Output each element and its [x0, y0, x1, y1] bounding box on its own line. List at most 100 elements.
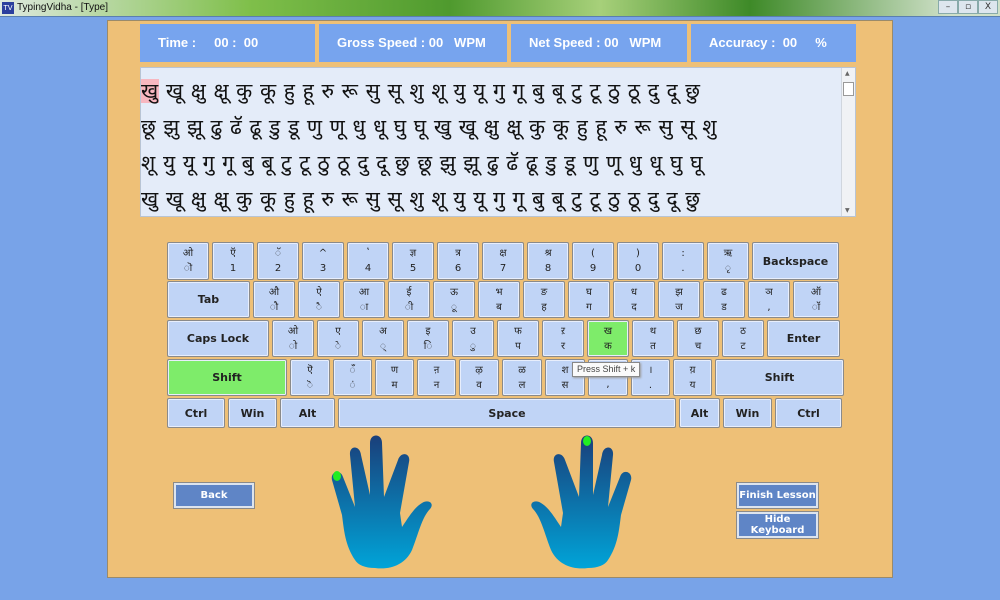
scrollbar-thumb[interactable] — [843, 82, 854, 96]
hide-keyboard-button[interactable]: Hide Keyboard — [736, 511, 819, 539]
key[interactable]: एे — [317, 320, 359, 357]
key-bottom-char: न — [433, 379, 440, 391]
key[interactable]: (9 — [572, 242, 614, 280]
key-bottom-char: ह — [541, 301, 547, 313]
key-bottom-char: . — [648, 379, 653, 391]
minimize-button[interactable]: – — [938, 0, 958, 14]
restore-button[interactable]: ▫ — [958, 0, 978, 14]
key-top-char: ऩ — [433, 364, 440, 376]
key-top-char: ॅ — [275, 248, 281, 259]
key[interactable]: ऱर — [542, 320, 584, 357]
vertical-scrollbar[interactable]: ▲ ▼ — [841, 68, 855, 216]
scroll-up-icon[interactable]: ▲ — [845, 70, 850, 77]
key[interactable]: ॅ 2 — [257, 242, 299, 280]
key[interactable]: ळल — [502, 359, 542, 396]
key-backspace[interactable]: Backspace — [752, 242, 839, 280]
key[interactable]: औौ — [253, 281, 295, 318]
key-top-char: झ — [675, 286, 683, 298]
keyboard-row: Tab औौ ऐै आा ईी ऊू भ ब ङ ह घ ग ध द झ ज ढ ड ञ, ऑॉ — [167, 281, 839, 318]
keyboard-row: ओॊ ऍ 1ॅ 2 ^ 3 ʽ 4 ज्ञ 5 त्र 6 क्ष 7 श्र 8(9) 0:. ऋृ Backsp… — [167, 242, 839, 280]
key[interactable]: उु — [452, 320, 494, 357]
key[interactable]: इि — [407, 320, 449, 357]
key[interactable]: क्ष 7 — [482, 242, 524, 280]
key[interactable]: ) 0 — [617, 242, 659, 280]
key-caps-lock[interactable]: Caps Lock — [167, 320, 269, 357]
key-top-char: ऐ — [316, 286, 322, 298]
key-top-char: ऴ — [475, 364, 483, 376]
key[interactable]: खक — [587, 320, 629, 357]
key-ctrl[interactable]: Ctrl — [167, 398, 225, 428]
key-tab[interactable]: Tab — [167, 281, 250, 318]
key-bottom-char: 6 — [454, 263, 462, 274]
net-speed-stat: Net Speed : 00 WPM — [511, 24, 687, 62]
key[interactable]: ऑॉ — [793, 281, 839, 318]
key[interactable]: फप — [497, 320, 539, 357]
text-line: खु खू क्षु क्षू कु कू हु हू रु रू सु सू … — [141, 74, 701, 108]
key-shift[interactable]: Shift — [715, 359, 844, 396]
key-top-char: ऎ — [307, 364, 313, 376]
key-bottom-char: ं — [349, 379, 356, 391]
key-top-char: घ — [586, 286, 592, 298]
key-alt[interactable]: Alt — [679, 398, 720, 428]
finish-lesson-button[interactable]: Finish Lesson — [736, 482, 819, 509]
key[interactable]: ओॊ — [167, 242, 209, 280]
key-space[interactable]: Space — [338, 398, 676, 428]
key-bottom-char: स — [561, 379, 569, 391]
key[interactable]: ^ 3 — [302, 242, 344, 280]
key-top-char: श्र — [544, 248, 552, 259]
key[interactable]: त्र 6 — [437, 242, 479, 280]
key-top-char: ऑ — [810, 286, 822, 298]
key-enter[interactable]: Enter — [767, 320, 840, 357]
key[interactable]: धद — [613, 281, 655, 318]
key[interactable]: ईी — [388, 281, 430, 318]
key-bottom-char: ो — [288, 340, 298, 352]
key[interactable]: ऍ1 — [212, 242, 254, 280]
key-ctrl[interactable]: Ctrl — [775, 398, 842, 428]
key[interactable]: भब — [478, 281, 520, 318]
key-top-char: आ — [358, 286, 370, 298]
key[interactable]: घग — [568, 281, 610, 318]
key[interactable]: ढड — [703, 281, 745, 318]
key[interactable]: ऩन — [417, 359, 456, 396]
key[interactable]: ऐै — [298, 281, 340, 318]
key[interactable]: ँं — [333, 359, 372, 396]
key[interactable]: :. — [662, 242, 704, 280]
scroll-down-icon[interactable]: ▼ — [845, 207, 850, 214]
key-bottom-char: ग — [586, 301, 592, 313]
key-win[interactable]: Win — [228, 398, 277, 428]
key[interactable]: श्र 8 — [527, 242, 569, 280]
key-top-char: ऊ — [450, 286, 458, 298]
close-button[interactable]: X — [978, 0, 998, 14]
key-bottom-char: , — [767, 301, 771, 313]
key[interactable]: ङह — [523, 281, 565, 318]
key[interactable]: ʽ4 — [347, 242, 389, 280]
key[interactable]: ओो — [272, 320, 314, 357]
key[interactable]: ऎॆ — [290, 359, 330, 396]
key-top-char: ज्ञ — [409, 248, 417, 259]
key[interactable]: अ् — [362, 320, 404, 357]
key-bottom-char: ै — [316, 301, 322, 313]
key-shift[interactable]: Shift — [167, 359, 287, 396]
back-button[interactable]: Back — [173, 482, 255, 509]
key[interactable]: ठट — [722, 320, 764, 357]
key[interactable]: थत — [632, 320, 674, 357]
key[interactable]: ऋृ — [707, 242, 749, 280]
key[interactable]: झज — [658, 281, 700, 318]
key[interactable]: ञ, — [748, 281, 790, 318]
key-bottom-char: ल — [518, 379, 526, 391]
key[interactable]: ऊू — [433, 281, 475, 318]
key[interactable]: ऴव — [459, 359, 499, 396]
key-top-char: भ — [495, 286, 503, 298]
key-bottom-char: र — [560, 340, 566, 352]
key[interactable]: ज्ञ 5 — [392, 242, 434, 280]
key[interactable]: आा — [343, 281, 385, 318]
key-bottom-char: 3 — [319, 263, 327, 274]
key[interactable]: य़ य — [673, 359, 712, 396]
key[interactable]: छच — [677, 320, 719, 357]
key-alt[interactable]: Alt — [280, 398, 335, 428]
key-win[interactable]: Win — [723, 398, 772, 428]
key[interactable]: णम — [375, 359, 414, 396]
lesson-text-area[interactable]: खु खू क्षु क्षू कु कू हु हू रु रू सु सू … — [140, 67, 856, 217]
accuracy-stat: Accuracy : 00 % — [691, 24, 856, 62]
key-top-char: : — [681, 248, 685, 259]
